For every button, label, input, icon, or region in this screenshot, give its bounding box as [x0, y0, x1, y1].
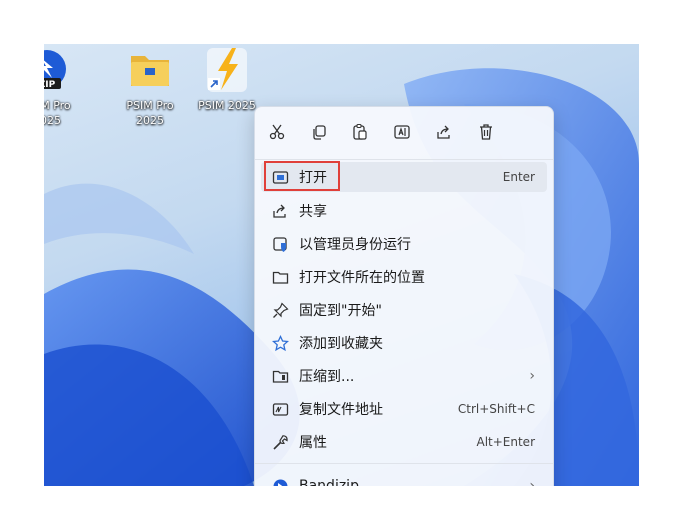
menu-item-copy-file-path[interactable]: 复制文件地址 Ctrl+Shift+C	[261, 394, 547, 424]
zip-badge: ZIP	[44, 80, 56, 90]
menu-item-bandizip[interactable]: Bandizip ›	[261, 471, 547, 486]
desktop-icon-psim-pro-zip[interactable]: ZIP PSIM Pro 2025	[44, 44, 78, 128]
share-button[interactable]	[431, 119, 457, 145]
menu-item-run-as-admin[interactable]: 以管理员身份运行	[261, 229, 547, 259]
delete-button[interactable]	[473, 119, 499, 145]
delete-icon	[480, 124, 492, 140]
menu-item-label: 打开文件所在的位置	[299, 270, 425, 286]
menu-item-open[interactable]: 打开 Enter	[261, 161, 547, 192]
desktop-icon-psim-2025-shortcut[interactable]: PSIM 2025	[196, 44, 258, 113]
paste-button[interactable]	[347, 119, 373, 145]
desktop-icon-label: PSIM Pro 2025	[44, 99, 71, 127]
desktop-icon-label: PSIM Pro 2025	[126, 99, 174, 127]
menu-item-compress-to[interactable]: 压缩到... ›	[261, 361, 547, 391]
menu-item-add-to-favorites[interactable]: 添加到收藏夹	[261, 328, 547, 358]
cut-icon	[269, 124, 285, 140]
star-icon	[271, 334, 289, 352]
rename-icon	[394, 125, 410, 139]
desktop-icon-label: PSIM 2025	[198, 99, 256, 112]
copy-button[interactable]	[306, 119, 332, 145]
properties-wrench-icon	[271, 433, 289, 451]
zip-folder-icon	[271, 367, 289, 385]
menu-item-label: 复制文件地址	[299, 402, 383, 418]
highlight-box	[264, 161, 340, 191]
context-menu-toolbar	[255, 107, 553, 159]
menu-item-shortcut: Enter	[502, 170, 535, 184]
menu-separator	[255, 463, 553, 464]
rename-button[interactable]	[389, 119, 415, 145]
folder-icon	[125, 44, 175, 94]
menu-item-label: 属性	[299, 435, 327, 451]
menu-item-open-file-location[interactable]: 打开文件所在的位置	[261, 262, 547, 292]
menu-item-label: 以管理员身份运行	[299, 237, 411, 253]
pin-icon	[271, 301, 289, 319]
admin-shield-icon	[271, 235, 289, 253]
menu-item-label: 添加到收藏夹	[299, 336, 383, 352]
bandizip-icon	[271, 477, 289, 486]
share-icon	[437, 125, 450, 139]
menu-item-shortcut: Ctrl+Shift+C	[457, 402, 535, 416]
chevron-right-icon: ›	[529, 368, 535, 384]
folder-icon	[271, 268, 289, 286]
menu-item-share[interactable]: 共享	[261, 196, 547, 226]
paste-icon	[353, 123, 367, 140]
menu-separator	[255, 159, 553, 160]
menu-item-label: 共享	[299, 204, 327, 220]
menu-item-pin-to-start[interactable]: 固定到"开始"	[261, 295, 547, 325]
share-icon	[271, 202, 289, 220]
menu-item-label: Bandizip	[299, 478, 359, 486]
menu-item-label: 固定到"开始"	[299, 303, 382, 319]
lightning-shortcut-icon	[202, 44, 252, 94]
copy-icon	[313, 125, 326, 140]
chevron-right-icon: ›	[529, 478, 535, 486]
cut-button[interactable]	[264, 119, 290, 145]
menu-item-properties[interactable]: 属性 Alt+Enter	[261, 427, 547, 457]
context-menu: 打开 Enter 共享 以管理员身份运行 打开文件所在的位置 固定到"开始" 添…	[254, 106, 554, 486]
copy-path-icon	[271, 400, 289, 418]
desktop-icon-psim-pro-folder[interactable]: PSIM Pro 2025	[119, 44, 181, 128]
desktop: ZIP PSIM Pro 2025 PSIM Pro 2025 PSIM 202…	[44, 44, 639, 486]
zip-archive-icon: ZIP	[44, 44, 72, 94]
menu-item-shortcut: Alt+Enter	[476, 435, 535, 449]
menu-item-label: 压缩到...	[299, 369, 355, 385]
